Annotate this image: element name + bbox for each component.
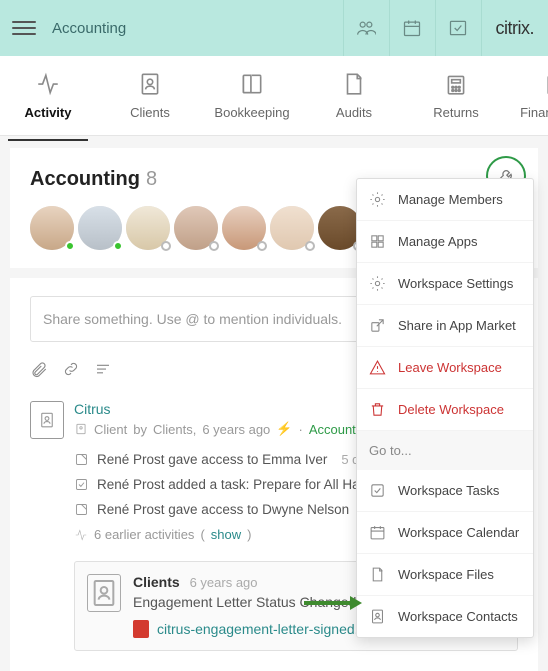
menu-label: Share in App Market — [398, 318, 516, 333]
sub-card-icon — [87, 574, 121, 612]
menu-label: Manage Apps — [398, 234, 478, 249]
tab-returns[interactable]: Returns — [426, 61, 486, 130]
workspace-title[interactable]: Accounting — [52, 20, 126, 37]
tab-label: Bookkeeping — [214, 105, 289, 120]
menu-workspace-files[interactable]: Workspace Files — [357, 554, 533, 596]
activity-show-link[interactable]: show — [211, 527, 241, 542]
avatar[interactable] — [126, 206, 170, 250]
link-icon[interactable] — [62, 360, 80, 381]
feed-time: 6 years ago — [202, 422, 270, 437]
menu-label: Workspace Contacts — [398, 609, 518, 624]
sub-time: 6 years ago — [190, 575, 258, 590]
tab-label: Financial R... — [520, 105, 548, 120]
menu-workspace-settings[interactable]: Workspace Settings — [357, 263, 533, 305]
menu-label: Delete Workspace — [398, 402, 504, 417]
menu-delete-workspace[interactable]: Delete Workspace — [357, 389, 533, 431]
feed-author: Clients, — [153, 422, 196, 437]
nav-tabs: Activity Clients Bookkeeping Audits Retu… — [0, 56, 548, 136]
menu-leave-workspace[interactable]: Leave Workspace — [357, 347, 533, 389]
menu-label: Workspace Calendar — [398, 525, 519, 540]
sub-title[interactable]: Clients — [133, 574, 180, 590]
tab-clients[interactable]: Clients — [120, 61, 180, 130]
tab-label: Returns — [433, 105, 479, 120]
feed-app-icon — [30, 401, 64, 439]
feed-type: Client — [94, 422, 127, 437]
tab-label: Activity — [25, 105, 72, 120]
topbar-right: citrix. — [343, 0, 548, 56]
members-title: Accounting — [30, 168, 140, 191]
tasks-icon[interactable] — [435, 0, 481, 56]
menu-icon[interactable] — [12, 16, 36, 40]
avatar[interactable] — [270, 206, 314, 250]
menu-label: Manage Members — [398, 192, 503, 207]
menu-share-app-market[interactable]: Share in App Market — [357, 305, 533, 347]
menu-workspace-tasks[interactable]: Workspace Tasks — [357, 470, 533, 512]
menu-label: Workspace Settings — [398, 276, 513, 291]
avatar[interactable] — [30, 206, 74, 250]
menu-workspace-calendar[interactable]: Workspace Calendar — [357, 512, 533, 554]
workspace-settings-menu: Manage Members Manage Apps Workspace Set… — [356, 178, 534, 638]
activity-text: René Prost gave access to Emma Iver — [97, 452, 327, 467]
avatar[interactable] — [174, 206, 218, 250]
activity-text: René Prost added a task: Prepare for All… — [97, 477, 367, 492]
tab-activity[interactable]: Activity — [18, 61, 78, 130]
avatar[interactable] — [78, 206, 122, 250]
tab-financial[interactable]: Financial R... — [528, 61, 548, 130]
attachment-name: citrus-engagement-letter-signed.pdf — [157, 621, 378, 637]
menu-label: Workspace Tasks — [398, 483, 499, 498]
attachment-icon[interactable] — [30, 360, 48, 381]
menu-manage-apps[interactable]: Manage Apps — [357, 221, 533, 263]
tab-label: Clients — [130, 105, 170, 120]
menu-label: Leave Workspace — [398, 360, 502, 375]
avatar[interactable] — [222, 206, 266, 250]
tab-audits[interactable]: Audits — [324, 61, 384, 130]
top-bar: Accounting citrix. — [0, 0, 548, 56]
lightning-icon: ⚡ — [276, 421, 292, 437]
menu-section-header: Go to... — [357, 431, 533, 470]
members-icon[interactable] — [343, 0, 389, 56]
brand-logo: citrix. — [481, 0, 548, 56]
activity-text: René Prost gave access to Dwyne Nelson — [97, 502, 349, 517]
members-count: 8 — [146, 168, 157, 191]
tab-label: Audits — [336, 105, 372, 120]
menu-manage-members[interactable]: Manage Members — [357, 179, 533, 221]
format-icon[interactable] — [94, 360, 112, 381]
activity-more-count: 6 earlier activities — [94, 527, 194, 542]
pdf-icon — [133, 620, 149, 638]
feed-by: by — [133, 422, 147, 437]
menu-workspace-contacts[interactable]: Workspace Contacts — [357, 596, 533, 637]
tab-bookkeeping[interactable]: Bookkeeping — [222, 61, 282, 130]
menu-label: Workspace Files — [398, 567, 494, 582]
calendar-icon[interactable] — [389, 0, 435, 56]
